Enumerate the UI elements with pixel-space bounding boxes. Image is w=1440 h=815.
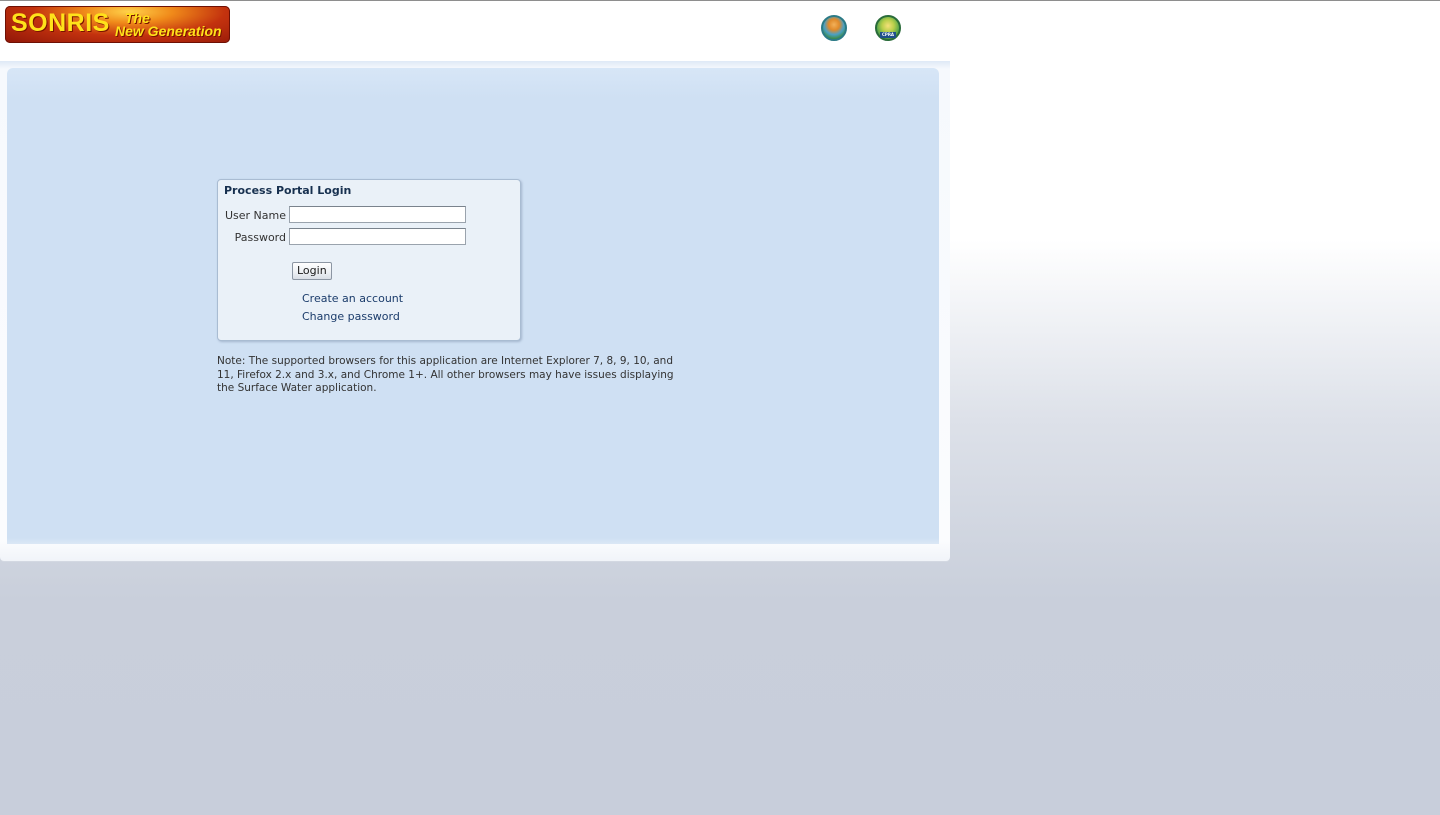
logo-main-text: SONRIS [11, 9, 110, 37]
cpra-seal-label: CPRA [880, 32, 896, 38]
cpra-seal-icon[interactable]: CPRA [875, 15, 901, 41]
login-box: Process Portal Login User Name Password … [217, 179, 521, 341]
create-account-link[interactable]: Create an account [302, 292, 403, 305]
sonris-logo[interactable]: SONRIS The New Generation [5, 6, 230, 43]
page-header: SONRIS The New Generation CPRA [0, 1, 950, 61]
username-input[interactable] [289, 206, 466, 223]
change-password-link[interactable]: Change password [302, 310, 400, 323]
browser-support-note: Note: The supported browsers for this ap… [217, 355, 674, 394]
dnr-seal-icon[interactable] [821, 15, 847, 41]
password-label: Password [234, 231, 286, 244]
login-button[interactable]: Login [292, 262, 332, 280]
content-area: Process Portal Login User Name Password … [7, 68, 939, 544]
password-input[interactable] [289, 228, 466, 245]
logo-sub-text-2: New Generation [115, 23, 222, 39]
login-title: Process Portal Login [224, 184, 352, 197]
main-panel: Process Portal Login User Name Password … [0, 61, 950, 561]
username-label: User Name [224, 209, 286, 222]
